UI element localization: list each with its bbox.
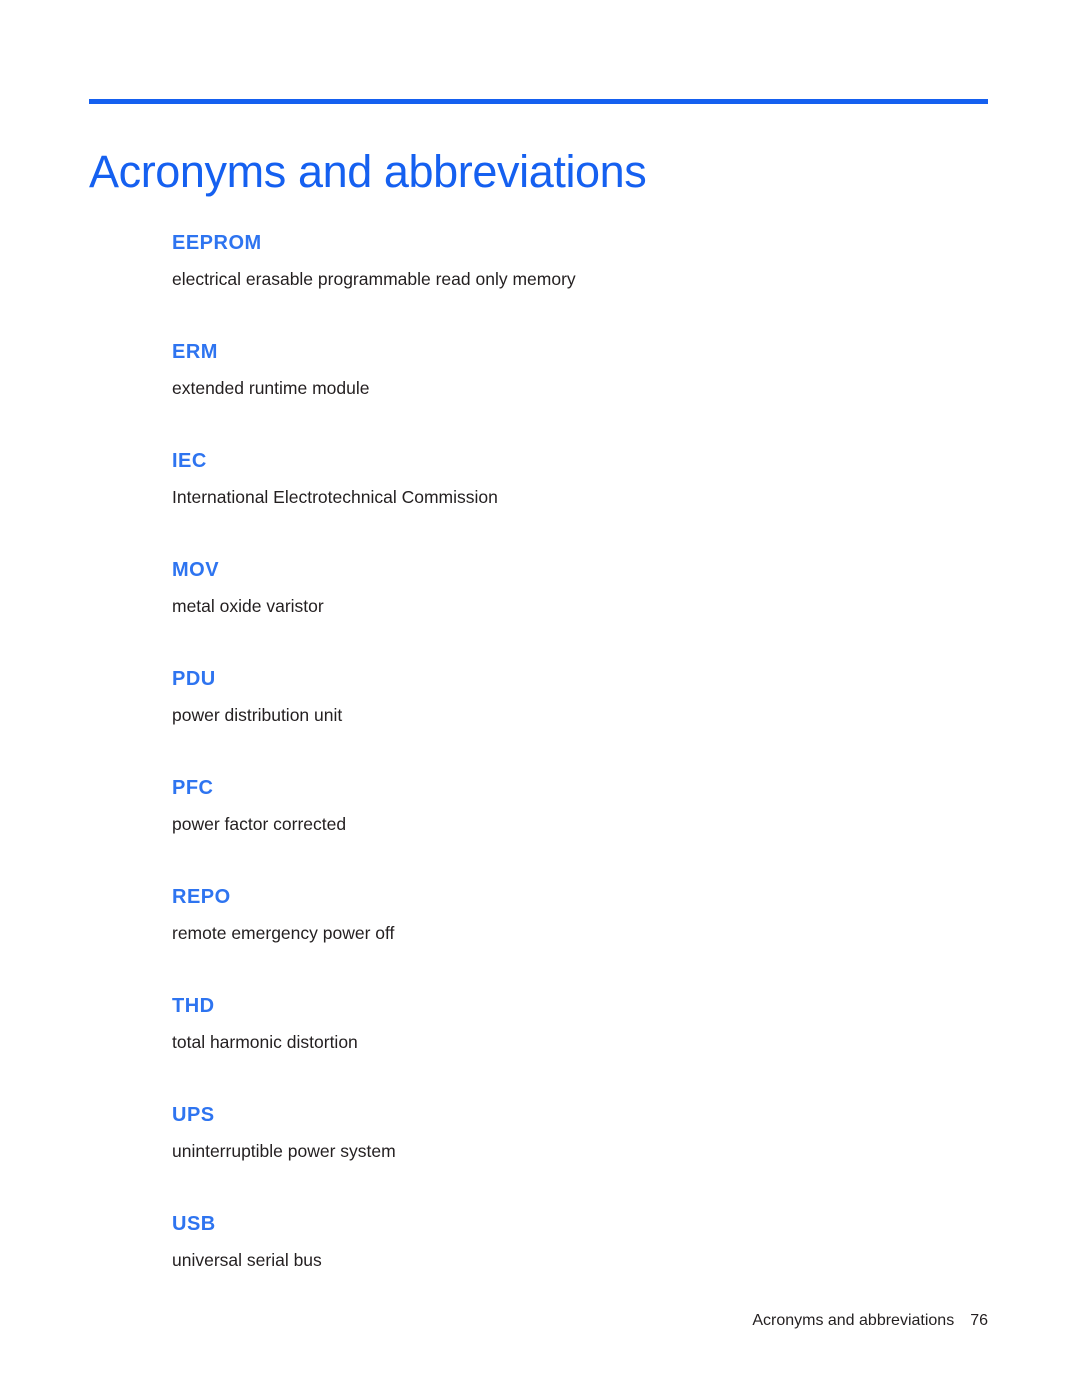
glossary-entry: MOV metal oxide varistor [172, 558, 912, 618]
glossary-term: UPS [172, 1104, 215, 1126]
glossary-entry: THD total harmonic distortion [172, 994, 912, 1054]
glossary-definition: power factor corrected [172, 814, 347, 834]
glossary-definition: extended runtime module [172, 378, 370, 398]
glossary-definition: metal oxide varistor [172, 596, 324, 616]
glossary-term: MOV [172, 559, 220, 581]
glossary-term: IEC [172, 450, 207, 472]
glossary-term: EEPROM [172, 232, 262, 254]
glossary-entry: EEPROM electrical erasable programmable r… [172, 231, 912, 291]
page-footer: Acronyms and abbreviations 76 [0, 1310, 988, 1332]
header-rule [89, 99, 988, 104]
glossary-term: REPO [172, 886, 231, 908]
glossary-term: PFC [172, 777, 214, 799]
glossary-definition: total harmonic distortion [172, 1032, 358, 1052]
glossary-entry: REPO remote emergency power off [172, 885, 912, 945]
glossary-term: USB [172, 1213, 216, 1235]
glossary-entry: PDU power distribution unit [172, 667, 912, 727]
glossary-entry: UPS uninterruptible power system [172, 1103, 912, 1163]
glossary-definition: uninterruptible power system [172, 1141, 396, 1161]
glossary-term: THD [172, 995, 215, 1017]
glossary-list: EEPROM electrical erasable programmable r… [172, 231, 912, 1272]
glossary-definition: electrical erasable programmable read on… [172, 269, 576, 289]
glossary-term: PDU [172, 668, 216, 690]
document-page: Acronyms and abbreviations EEPROM electri… [0, 0, 1080, 1397]
glossary-definition: power distribution unit [172, 705, 343, 725]
glossary-entry: IEC International Electrotechnical Commis… [172, 449, 912, 509]
glossary-entry: ERM extended runtime module [172, 340, 912, 400]
glossary-term: ERM [172, 341, 218, 363]
glossary-entry: USB universal serial bus [172, 1212, 912, 1272]
glossary-entry: PFC power factor corrected [172, 776, 912, 836]
glossary-definition: universal serial bus [172, 1250, 322, 1270]
footer-section-title: Acronyms and abbreviations [752, 1312, 955, 1329]
glossary-definition: remote emergency power off [172, 923, 395, 943]
glossary-definition: International Electrotechnical Commissio… [172, 487, 498, 507]
footer-page-number: 76 [970, 1312, 988, 1329]
page-title: Acronyms and abbreviations [89, 146, 647, 198]
